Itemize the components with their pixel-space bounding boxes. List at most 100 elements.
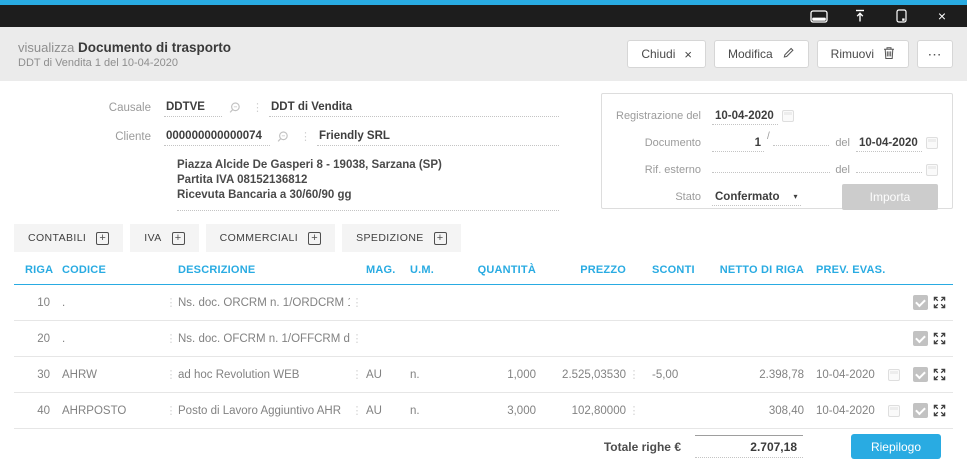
col-header-prezzo[interactable]: PREZZO (536, 264, 626, 276)
col-header-riga[interactable]: RIGA (14, 264, 54, 276)
documento-suffix-field[interactable] (773, 141, 829, 146)
cell-descrizione: Ns. doc. OFCRM n. 1/OFFCRM del (178, 333, 350, 345)
registrazione-row: Registrazione del 10-04-2020 (616, 104, 938, 128)
cell-prev-evas: 10-04-2020 (804, 369, 884, 381)
col-header-quantita[interactable]: QUANTITÀ (460, 264, 536, 276)
table-row[interactable]: 20 . ⋮ Ns. doc. OFCRM n. 1/OFFCRM del ⋮ (14, 321, 953, 357)
address-line: Piazza Alcide De Gasperi 8 - 19038, Sarz… (177, 158, 559, 173)
table-row[interactable]: 30 AHRW ⋮ ad hoc Revolution WEB ⋮ AU n. … (14, 357, 953, 393)
col-header-codice[interactable]: CODICE (54, 264, 164, 276)
cell-codice: . (54, 333, 164, 345)
device-icon[interactable] (892, 8, 910, 24)
left-form: Causale DDTVE ⋮ DDT di Vendita Cliente 0… (14, 93, 559, 211)
row-menu-icon[interactable]: ⋮ (626, 404, 642, 417)
cell-prezzo: 2.525,03530 (536, 369, 626, 381)
drag-handle-icon: ⋮ (252, 101, 263, 114)
trash-icon (883, 46, 895, 63)
stato-row: Stato Confermato ▾ Importa (616, 185, 938, 209)
tab-commerciali[interactable]: COMMERCIALI + (206, 224, 336, 252)
cliente-code-field[interactable]: 000000000000074 (164, 127, 270, 146)
riepilogo-button[interactable]: Riepilogo (851, 434, 941, 459)
drag-handle-icon[interactable]: ⋮ (350, 404, 364, 417)
cell-codice: AHRPOSTO (54, 405, 164, 417)
document-head: Causale DDTVE ⋮ DDT di Vendita Cliente 0… (14, 93, 953, 211)
slash-separator: / (767, 131, 770, 142)
row-menu-icon[interactable]: ⋮ (626, 368, 642, 381)
edit-button[interactable]: Modifica (714, 40, 809, 68)
col-header-netto[interactable]: NETTO DI RIGA (704, 264, 804, 276)
more-actions-button[interactable]: ⋯ (917, 40, 953, 68)
col-header-sconti[interactable]: SCONTI (642, 264, 704, 276)
cliente-address: Piazza Alcide De Gasperi 8 - 19038, Sarz… (177, 154, 559, 211)
del-label: del (835, 164, 850, 176)
drag-handle-icon[interactable]: ⋮ (350, 332, 364, 345)
col-header-descrizione[interactable]: DESCRIZIONE (178, 264, 350, 276)
importa-button[interactable]: Importa (842, 184, 938, 210)
table-row[interactable]: 40 AHRPOSTO ⋮ Posto di Lavoro Aggiuntivo… (14, 393, 953, 429)
rif-esterno-date-field[interactable] (856, 168, 922, 173)
calendar-icon[interactable] (926, 137, 938, 149)
col-header-prev[interactable]: PREV. EVAS. (804, 264, 884, 276)
row-checkbox[interactable] (913, 331, 928, 346)
totale-righe-label: Totale righe € (604, 440, 681, 454)
cell-sconti: -5,00 (642, 369, 704, 381)
expand-row-icon[interactable] (933, 368, 946, 381)
cell-prezzo: 102,80000 (536, 405, 626, 417)
col-header-um[interactable]: U.M. (406, 264, 460, 276)
expand-row-icon[interactable] (933, 296, 946, 309)
upload-icon[interactable] (851, 8, 869, 24)
causale-search-icon[interactable] (228, 101, 242, 115)
table-row[interactable]: 10 . ⋮ Ns. doc. ORCRM n. 1/ORDCRM 10-04 … (14, 285, 953, 321)
documento-number-field[interactable]: 1 (712, 135, 764, 152)
cliente-desc-field[interactable]: Friendly SRL (317, 127, 559, 146)
row-checkbox[interactable] (913, 367, 928, 382)
documento-date-field[interactable]: 10-04-2020 (856, 135, 922, 152)
window-card-icon[interactable] (810, 8, 828, 24)
section-tabs: CONTABILI + IVA + COMMERCIALI + SPEDIZIO… (14, 224, 953, 252)
expand-row-icon[interactable] (933, 332, 946, 345)
cell-codice: AHRW (54, 369, 164, 381)
header-actions: Chiudi × Modifica Rimuovi ⋯ (627, 40, 953, 68)
stato-dropdown[interactable]: Confermato ▾ (712, 189, 801, 206)
causale-desc-field[interactable]: DDT di Vendita (269, 98, 559, 117)
registrazione-date-field[interactable]: 10-04-2020 (712, 108, 778, 125)
calendar-icon[interactable] (926, 164, 938, 176)
document-window: × visualizza Documento di trasporto DDT … (0, 0, 967, 464)
rif-esterno-row: Rif. esterno del (616, 158, 938, 182)
tab-contabili[interactable]: CONTABILI + (14, 224, 123, 252)
calendar-icon[interactable] (782, 110, 794, 122)
tab-iva[interactable]: IVA + (130, 224, 198, 252)
cell-riga: 30 (14, 369, 54, 381)
rif-esterno-field[interactable] (712, 168, 830, 173)
cell-um: n. (406, 405, 460, 417)
cliente-row: Cliente 000000000000074 ⋮ Friendly SRL (14, 122, 559, 151)
cell-mag: AU (364, 405, 406, 417)
remove-button[interactable]: Rimuovi (817, 40, 909, 68)
causale-row: Causale DDTVE ⋮ DDT di Vendita (14, 93, 559, 122)
rif-esterno-label: Rif. esterno (616, 164, 712, 176)
cell-netto: 2.398,78 (704, 369, 804, 381)
expand-plus-icon: + (172, 232, 185, 245)
expand-plus-icon: + (96, 232, 109, 245)
drag-handle-icon[interactable]: ⋮ (164, 404, 178, 417)
tab-spedizione[interactable]: SPEDIZIONE + (342, 224, 461, 252)
cell-riga: 10 (14, 297, 54, 309)
drag-handle-icon[interactable]: ⋮ (350, 296, 364, 309)
registration-panel: Registrazione del 10-04-2020 Documento 1… (601, 93, 953, 209)
row-checkbox[interactable] (913, 403, 928, 418)
drag-handle-icon[interactable]: ⋮ (164, 332, 178, 345)
expand-row-icon[interactable] (933, 404, 946, 417)
drag-handle-icon[interactable]: ⋮ (164, 296, 178, 309)
calendar-icon[interactable] (888, 369, 900, 381)
col-header-mag[interactable]: MAG. (364, 264, 406, 276)
drag-handle-icon[interactable]: ⋮ (350, 368, 364, 381)
row-checkbox[interactable] (913, 295, 928, 310)
cliente-search-icon[interactable] (276, 130, 290, 144)
window-close-icon[interactable]: × (933, 8, 951, 24)
causale-code-field[interactable]: DDTVE (164, 98, 222, 117)
documento-label: Documento (616, 137, 712, 149)
drag-handle-icon[interactable]: ⋮ (164, 368, 178, 381)
close-button[interactable]: Chiudi × (627, 40, 706, 68)
calendar-icon[interactable] (888, 405, 900, 417)
address-line: Partita IVA 08152136812 (177, 173, 559, 188)
